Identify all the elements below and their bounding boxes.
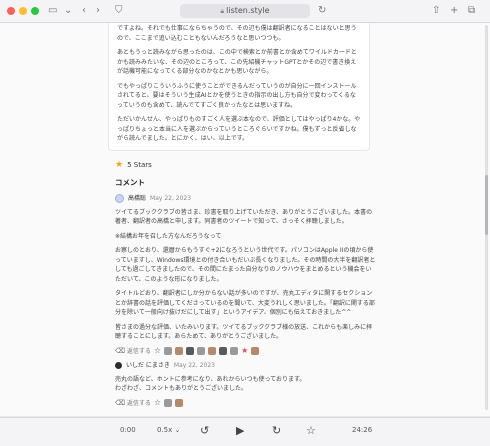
reply-button[interactable]: ⌫ 返信する (115, 347, 151, 357)
speed-label: 0.5x (157, 426, 173, 434)
total-time: 24:26 (352, 426, 373, 434)
rating-row: ★ 5 Stars (115, 160, 152, 170)
reply-button[interactable]: ⌫ 返信する (115, 399, 151, 409)
comment-header: 高橋聡 May 22, 2023 (115, 194, 377, 204)
scrollbar-thumb[interactable] (485, 175, 488, 235)
lock-icon: 🔒︎ (220, 7, 225, 15)
url-text: listen.style (226, 6, 270, 15)
reaction-bar: ⌫ 返信する ☆ (115, 399, 377, 409)
article-paragraph: ただいかんせん、やっぱりものすごく人を選ぶ本なので、評価としてはやっぱり4かな。… (117, 116, 361, 142)
zoom-window-button[interactable] (31, 7, 39, 15)
reply-icon: ⌫ (115, 346, 125, 355)
rewind-icon[interactable]: ↺ (200, 424, 209, 438)
minimize-window-button[interactable] (19, 7, 27, 15)
chevron-left-icon[interactable]: ‹ (82, 4, 86, 18)
share-icon[interactable]: ⇧ (432, 4, 440, 18)
comment-paragraph: 売丸の語など、ホントに参考になり、あれからいつも使っております。 (115, 375, 306, 383)
browser-toolbar: ▭ ⌄ ‹ › ⛉ 🔒︎ listen.style ↻ ⇧ + ⧉ (0, 0, 490, 23)
reply-icon: ⌫ (115, 398, 125, 407)
forward-icon[interactable]: ↻ (272, 424, 281, 438)
reaction-emoji[interactable] (175, 399, 184, 408)
comment-paragraph: ※結構お年を召した方なんだろうなって (115, 232, 222, 240)
reaction-emoji[interactable] (164, 399, 173, 408)
scrollbar-track[interactable] (485, 25, 488, 410)
audio-player: 0:00 0.5x ⌄ ↺ ▶ ↻ ☆ 24:26 (0, 417, 490, 446)
tabs-icon[interactable]: ⧉ (468, 4, 475, 18)
reply-label: 返信する (126, 399, 151, 407)
reaction-emoji[interactable] (208, 347, 217, 356)
avatar[interactable] (115, 194, 124, 204)
article-paragraph: でもやっぱりこういうふうに使うことができるんだっていうのが自分に一回インストール… (117, 82, 357, 109)
star-icon: ★ (115, 160, 124, 170)
favorite-star-icon[interactable]: ☆ (306, 424, 316, 438)
comment-paragraph: お察しのとおり、還暦からもうすぐ+2になろうという世代です。パソコンはApple… (115, 247, 376, 283)
comment-author[interactable]: いしだ にまさき (126, 361, 170, 371)
reaction-emoji[interactable] (164, 347, 173, 356)
rating-label: 5 Stars (127, 161, 152, 169)
reload-icon[interactable]: ↻ (318, 4, 326, 18)
article-card: ですよね。それでも仕事にならちゃうので、その辺も僕は翻訳者になることはないと思う… (108, 23, 370, 151)
comment-paragraph: ツイてるブッククラブの皆さま、珍書を取り上げていただき、ありがとうございました。… (115, 208, 373, 226)
comment-paragraph: 皆さまの過分な評価、いたみいります。ツイてるブッククラブ様の放送、これからも楽し… (115, 323, 373, 341)
comment-date: May 22, 2023 (150, 195, 192, 202)
chevron-down-icon: ⌄ (174, 426, 181, 434)
comment-paragraph: わざわざ、コメントもありがとうございました。 (115, 385, 248, 392)
chevron-right-icon[interactable]: › (96, 4, 100, 18)
current-time: 0:00 (120, 426, 136, 434)
sidebar-icon[interactable]: ▭ (48, 4, 57, 18)
shield-icon[interactable]: ⛉ (115, 4, 123, 18)
comment-paragraph: タイトルどおり、翻訳者にしか分からない話が多いのですが、売丸エディタに関するセク… (115, 290, 375, 316)
reaction-emoji[interactable] (197, 347, 206, 356)
comment-header: いしだ にまさき May 22, 2023 (115, 361, 377, 371)
reaction-emoji[interactable] (230, 347, 239, 356)
comment: 高橋聡 May 22, 2023 ツイてるブッククラブの皆さま、珍書を取り上げて… (115, 194, 377, 356)
reply-label: 返信する (126, 347, 151, 355)
reaction-emoji[interactable] (186, 347, 195, 356)
plus-icon[interactable]: + (450, 4, 458, 18)
add-reaction-icon[interactable]: ☆ (154, 399, 161, 407)
article-paragraph: ですよね。それでも仕事にならちゃうので、その辺も僕は翻訳者になることはないと思う… (117, 25, 357, 42)
reaction-star-icon[interactable]: ★ (241, 347, 248, 355)
reaction-emoji[interactable] (219, 347, 228, 356)
comment-author[interactable]: 高橋聡 (128, 194, 146, 204)
speed-selector[interactable]: 0.5x ⌄ (157, 426, 180, 434)
avatar[interactable] (115, 362, 122, 370)
article-paragraph: あともうっと読みながら思ったのは、この中で検索とか前書とか含めてワイルドカードと… (117, 49, 357, 75)
chevron-down-icon[interactable]: ⌄ (64, 4, 72, 18)
reaction-bar: ⌫ 返信する ☆ ★ (115, 347, 377, 357)
close-window-button[interactable] (7, 7, 15, 15)
comments-heading: コメント (115, 178, 145, 187)
play-icon[interactable]: ▶ (236, 424, 244, 438)
page-content: ですよね。それでも仕事にならちゃうので、その辺も僕は翻訳者になることはないと思う… (0, 23, 490, 416)
add-reaction-icon[interactable]: ☆ (154, 347, 161, 355)
reaction-emoji[interactable] (175, 347, 184, 356)
address-bar[interactable]: 🔒︎ listen.style (180, 4, 310, 18)
comment: いしだ にまさき May 22, 2023 売丸の語など、ホントに参考になり、あ… (115, 361, 377, 408)
comment-date: May 22, 2023 (173, 362, 215, 369)
reaction-emoji[interactable] (251, 347, 260, 356)
